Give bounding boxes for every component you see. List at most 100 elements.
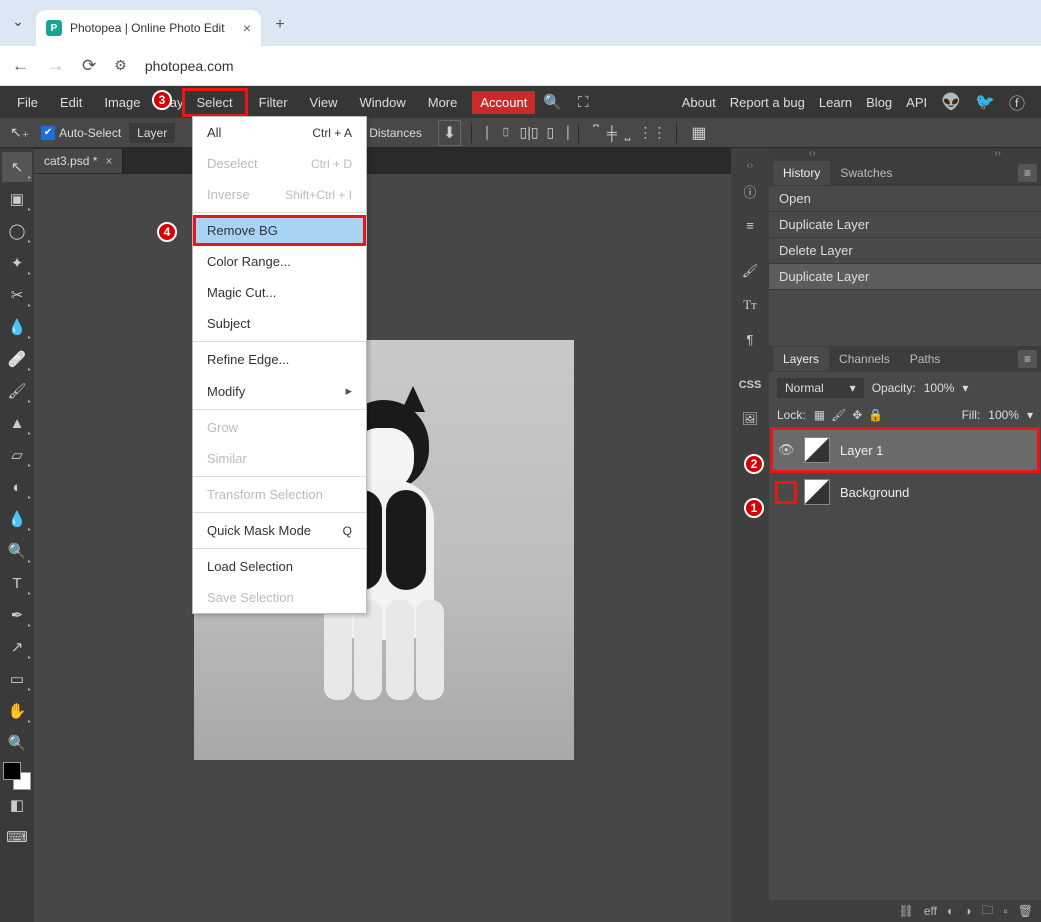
download-icon[interactable]: ⬇ (438, 120, 461, 146)
clone-stamp-tool[interactable]: ▲▸ (2, 408, 32, 438)
css-panel-icon[interactable]: CSS (736, 371, 764, 399)
close-icon[interactable]: × (243, 20, 251, 36)
group-icon[interactable]: 🗀 (981, 901, 993, 922)
eraser-tool[interactable]: ▱▸ (2, 440, 32, 470)
grid-view-icon[interactable]: ▦ (691, 123, 706, 143)
auto-select-checkbox[interactable]: ✔ Auto-Select (41, 126, 121, 140)
fill-value[interactable]: 100% (988, 408, 1019, 422)
menu-grow[interactable]: Grow (193, 412, 366, 443)
menu-more[interactable]: More (417, 88, 469, 117)
align-bottom-icon[interactable]: ⎵ (625, 124, 631, 141)
history-item[interactable]: Delete Layer (769, 238, 1041, 264)
twitter-icon[interactable]: 🐦 (975, 92, 995, 112)
info-panel-icon[interactable]: ⓘ (736, 177, 764, 205)
menu-edit[interactable]: Edit (49, 88, 93, 117)
link-report-bug[interactable]: Report a bug (730, 95, 805, 110)
back-button[interactable]: ← (12, 56, 29, 76)
pen-tool[interactable]: ✒▸ (2, 600, 32, 630)
chevron-down-icon[interactable]: ▾ (962, 381, 968, 395)
link-layers-icon[interactable]: ⛓ (899, 904, 914, 918)
quickmask-toggle[interactable]: ◧ (2, 790, 32, 820)
chevron-down-icon[interactable]: ▾ (1027, 408, 1033, 422)
reload-button[interactable]: ⟳ (82, 56, 96, 76)
reddit-icon[interactable]: 👽 (941, 92, 961, 112)
tab-history[interactable]: History (773, 161, 830, 185)
path-select-tool[interactable]: ↗▸ (2, 632, 32, 662)
new-tab-button[interactable]: + (265, 10, 295, 40)
menu-inverse[interactable]: InverseShift+Ctrl + I (193, 179, 366, 210)
adjustment-layer-icon[interactable]: ◑ (964, 904, 971, 918)
align-top-icon[interactable]: ⎴ (593, 124, 599, 141)
dodge-tool[interactable]: 🔍▸ (2, 536, 32, 566)
fullscreen-icon[interactable]: ⛶ (570, 94, 597, 111)
search-icon[interactable]: 🔍 (535, 93, 570, 111)
menu-similar[interactable]: Similar (193, 443, 366, 474)
layer-thumbnail[interactable] (804, 437, 830, 463)
link-blog[interactable]: Blog (866, 95, 892, 110)
opacity-value[interactable]: 100% (924, 381, 955, 395)
gradient-tool[interactable]: ◐▸ (2, 472, 32, 502)
blend-mode-dropdown[interactable]: Normal▾ (777, 378, 864, 398)
menu-window[interactable]: Window (348, 88, 416, 117)
forward-button[interactable]: → (47, 56, 64, 76)
lock-paint-icon[interactable]: 🖌 (831, 408, 846, 422)
menu-load-selection[interactable]: Load Selection (193, 551, 366, 582)
shape-tool[interactable]: ▭▸ (2, 664, 32, 694)
visibility-toggle[interactable]: 👁 (778, 442, 794, 458)
menu-file[interactable]: File (6, 88, 49, 117)
foreground-color-swatch[interactable] (3, 762, 21, 780)
layer-effects-button[interactable]: eff (924, 904, 937, 918)
collapse-icon[interactable]: ›› (994, 148, 1001, 160)
align-middle-icon[interactable]: ╪ (607, 125, 617, 141)
paragraph-panel-icon[interactable]: ¶ (736, 325, 764, 353)
link-api[interactable]: API (906, 95, 927, 110)
menu-refine-edge[interactable]: Refine Edge... (193, 344, 366, 375)
visibility-toggle[interactable] (778, 484, 794, 501)
brush-panel-icon[interactable]: 🖌 (736, 257, 764, 285)
menu-subject[interactable]: Subject (193, 308, 366, 339)
lock-all-icon[interactable]: 🔒 (868, 408, 883, 422)
brush-tool[interactable]: 🖌▸ (2, 376, 32, 406)
distribute-icon[interactable]: ⋮⋮ (638, 124, 666, 141)
menu-account[interactable]: Account (472, 91, 535, 114)
panel-menu-icon[interactable]: ≡ (1018, 164, 1037, 182)
eyedropper-tool[interactable]: 💧▸ (2, 312, 32, 342)
layer-thumbnail[interactable] (804, 479, 830, 505)
menu-select-all[interactable]: AllCtrl + A (193, 117, 366, 148)
layer-name[interactable]: Layer 1 (840, 443, 883, 458)
browser-tab[interactable]: P Photopea | Online Photo Edit × (36, 10, 261, 46)
layer-mask-icon[interactable]: ◐ (947, 904, 954, 918)
new-layer-icon[interactable]: ▫ (1004, 904, 1008, 918)
delete-layer-icon[interactable]: 🗑 (1018, 904, 1033, 918)
lasso-tool[interactable]: ◯▸ (2, 216, 32, 246)
tab-paths[interactable]: Paths (900, 347, 951, 371)
panel-menu-icon[interactable]: ≡ (1018, 350, 1037, 368)
document-tab[interactable]: cat3.psd * × (34, 149, 123, 173)
canvas-area[interactable] (34, 174, 731, 922)
menu-select[interactable]: Select (182, 88, 248, 117)
collapse-icon[interactable]: ‹› (809, 148, 816, 160)
tabs-dropdown-button[interactable]: ⌄ (0, 6, 36, 36)
align-center-h-icon[interactable]: ▯|▯ (520, 124, 539, 141)
tab-channels[interactable]: Channels (829, 347, 900, 371)
align-left-icon[interactable]: ⎸▯ (486, 124, 511, 141)
adjustments-panel-icon[interactable]: ≡ (736, 211, 764, 239)
site-settings-icon[interactable]: ⚙ (114, 57, 127, 74)
menu-remove-bg[interactable]: Remove BG (193, 215, 366, 246)
url-text[interactable]: photopea.com (145, 58, 234, 74)
menu-deselect[interactable]: DeselectCtrl + D (193, 148, 366, 179)
menu-filter[interactable]: Filter (248, 88, 299, 117)
healing-brush-tool[interactable]: 🩹▸ (2, 344, 32, 374)
layer-name[interactable]: Background (840, 485, 909, 500)
layer-row[interactable]: 👁 Layer 1 (772, 429, 1038, 471)
zoom-tool[interactable]: 🔍 (2, 728, 32, 758)
menu-quick-mask-mode[interactable]: Quick Mask ModeQ (193, 515, 366, 546)
image-panel-icon[interactable]: 🖼 (736, 405, 764, 433)
keyboard-icon[interactable]: ⌨ (2, 822, 32, 852)
close-icon[interactable]: × (105, 154, 112, 168)
menu-transform-selection[interactable]: Transform Selection (193, 479, 366, 510)
facebook-icon[interactable]: ⓕ (1009, 90, 1025, 114)
lock-transparency-icon[interactable]: ▦ (814, 408, 825, 422)
tab-swatches[interactable]: Swatches (830, 161, 902, 185)
menu-view[interactable]: View (299, 88, 349, 117)
